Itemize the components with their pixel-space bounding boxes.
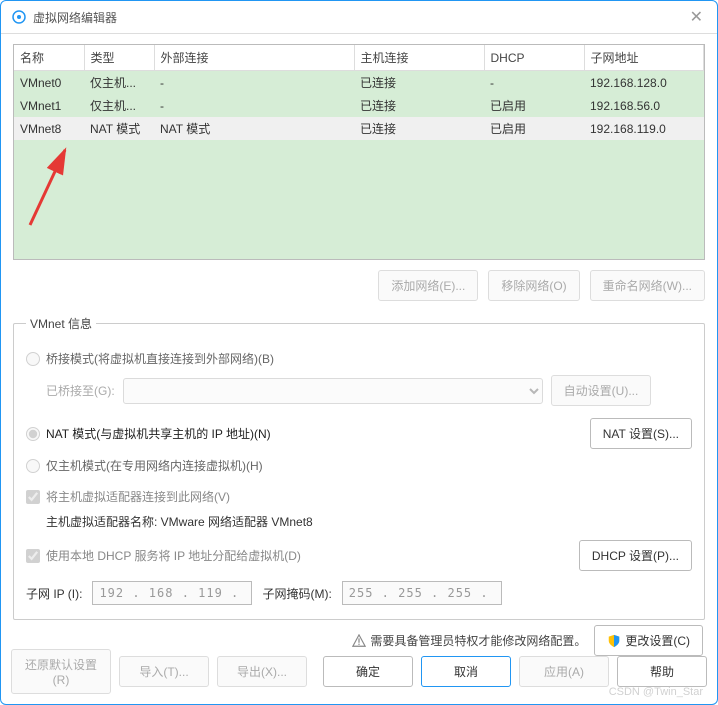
remove-network-button[interactable]: 移除网络(O)	[488, 270, 579, 301]
subnet-ip-label: 子网 IP (I):	[26, 585, 82, 602]
subnet-ip-input[interactable]	[92, 581, 252, 605]
subnet-mask-input[interactable]	[342, 581, 502, 605]
network-table: 名称 类型 外部连接 主机连接 DHCP 子网地址 VMnet0仅主机...-已…	[13, 44, 705, 260]
cell-host: 已连接	[354, 117, 484, 140]
col-dhcp[interactable]: DHCP	[484, 45, 584, 71]
cell-host: 已连接	[354, 94, 484, 117]
export-button[interactable]: 导出(X)...	[217, 656, 307, 687]
adapter-name-text: 主机虚拟适配器名称: VMware 网络适配器 VMnet8	[46, 513, 692, 530]
table-row[interactable]: VMnet1仅主机...-已连接已启用192.168.56.0	[14, 94, 704, 117]
rename-network-button[interactable]: 重命名网络(W)...	[590, 270, 705, 301]
nat-settings-button[interactable]: NAT 设置(S)...	[590, 418, 692, 449]
cell-subnet: 192.168.56.0	[584, 94, 704, 117]
close-icon[interactable]: ✕	[686, 7, 707, 27]
cell-type: NAT 模式	[84, 117, 154, 140]
cell-host: 已连接	[354, 71, 484, 95]
cancel-button[interactable]: 取消	[421, 656, 511, 687]
hostonly-mode-label: 仅主机模式(在专用网络内连接虚拟机)(H)	[46, 457, 263, 474]
cell-type: 仅主机...	[84, 94, 154, 117]
connect-host-checkbox[interactable]	[26, 490, 40, 504]
dhcp-settings-button[interactable]: DHCP 设置(P)...	[579, 540, 692, 571]
col-type[interactable]: 类型	[84, 45, 154, 71]
nat-mode-label: NAT 模式(与虚拟机共享主机的 IP 地址)(N)	[46, 425, 271, 442]
nat-mode-radio[interactable]	[26, 427, 40, 441]
admin-warning: 需要具备管理员特权才能修改网络配置。	[352, 632, 586, 649]
col-host[interactable]: 主机连接	[354, 45, 484, 71]
add-network-button[interactable]: 添加网络(E)...	[378, 270, 478, 301]
import-button[interactable]: 导入(T)...	[119, 656, 209, 687]
titlebar: 虚拟网络编辑器 ✕	[1, 1, 717, 34]
cell-dhcp: 已启用	[484, 94, 584, 117]
cell-name: VMnet1	[14, 94, 84, 117]
shield-icon	[607, 634, 621, 648]
cell-ext: -	[154, 94, 354, 117]
cell-ext: NAT 模式	[154, 117, 354, 140]
col-name[interactable]: 名称	[14, 45, 84, 71]
use-dhcp-label: 使用本地 DHCP 服务将 IP 地址分配给虚拟机(D)	[46, 547, 301, 564]
col-ext[interactable]: 外部连接	[154, 45, 354, 71]
auto-config-button[interactable]: 自动设置(U)...	[551, 375, 652, 406]
cell-dhcp: 已启用	[484, 117, 584, 140]
cell-ext: -	[154, 71, 354, 95]
subnet-mask-label: 子网掩码(M):	[262, 585, 331, 602]
app-logo-icon	[11, 9, 27, 25]
bridged-to-label: 已桥接至(G):	[46, 382, 115, 399]
bridged-to-select[interactable]	[123, 378, 543, 404]
cell-name: VMnet0	[14, 71, 84, 95]
cell-name: VMnet8	[14, 117, 84, 140]
table-row[interactable]: VMnet0仅主机...-已连接-192.168.128.0	[14, 71, 704, 95]
cell-subnet: 192.168.119.0	[584, 117, 704, 140]
warning-icon	[352, 634, 366, 648]
bridge-mode-label: 桥接模式(将虚拟机直接连接到外部网络)(B)	[46, 350, 274, 367]
table-row[interactable]: VMnet8NAT 模式NAT 模式已连接已启用192.168.119.0	[14, 117, 704, 140]
cell-dhcp: -	[484, 71, 584, 95]
bridge-mode-radio[interactable]	[26, 352, 40, 366]
connect-host-label: 将主机虚拟适配器连接到此网络(V)	[46, 488, 230, 505]
cell-type: 仅主机...	[84, 71, 154, 95]
table-header-row: 名称 类型 外部连接 主机连接 DHCP 子网地址	[14, 45, 704, 71]
annotation-arrow-icon	[20, 145, 90, 235]
ok-button[interactable]: 确定	[323, 656, 413, 687]
vmnet-info-legend: VMnet 信息	[26, 315, 96, 332]
apply-button[interactable]: 应用(A)	[519, 656, 609, 687]
col-subnet[interactable]: 子网地址	[584, 45, 704, 71]
hostonly-mode-radio[interactable]	[26, 459, 40, 473]
help-button[interactable]: 帮助	[617, 656, 707, 687]
restore-defaults-button[interactable]: 还原默认设置(R)	[11, 649, 111, 694]
cell-subnet: 192.168.128.0	[584, 71, 704, 95]
vmnet-info-group: VMnet 信息 桥接模式(将虚拟机直接连接到外部网络)(B) 已桥接至(G):…	[13, 315, 705, 620]
use-dhcp-checkbox[interactable]	[26, 549, 40, 563]
window-title: 虚拟网络编辑器	[33, 9, 686, 26]
